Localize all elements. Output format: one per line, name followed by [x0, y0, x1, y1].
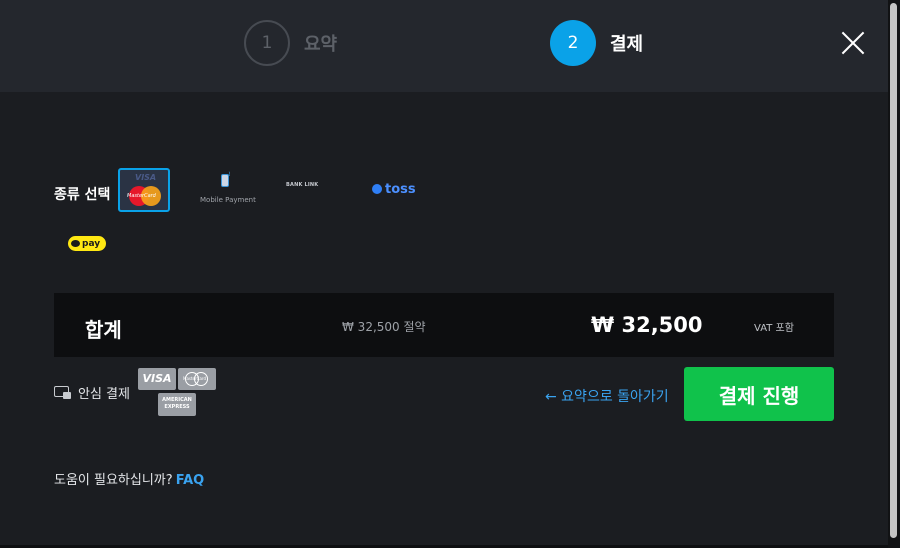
payment-type-label: 종류 선택	[54, 187, 111, 203]
card-lock-icon	[54, 385, 72, 401]
payment-option-toss[interactable]: toss	[372, 179, 422, 199]
toss-logo-text: toss	[385, 181, 416, 197]
step-label: 요약	[304, 34, 338, 55]
mobile-payment-caption: Mobile Payment	[200, 196, 256, 204]
help-question: 도움이 필요하십니까?	[54, 473, 173, 488]
secure-payment-label: 안심 결제	[78, 387, 130, 402]
step-summary[interactable]: 1 요약	[244, 20, 337, 66]
payment-option-kakaopay[interactable]: pay	[68, 236, 106, 251]
payment-option-bank[interactable]: BANK LINK	[286, 178, 342, 196]
toss-icon	[372, 184, 382, 194]
total-summary-bar: 합계 ₩ 32,500 절약 ₩ 32,500 VAT 포함	[54, 293, 834, 357]
mastercard-badge-text: MasterCard	[183, 376, 207, 381]
mastercard-logo-text: MasterCard	[127, 193, 156, 199]
kakaopay-logo-text: pay	[82, 238, 101, 249]
checkout-modal: 1 요약 2 결제 종류 선택 VISA MasterCard ≀ Mobile…	[0, 0, 888, 545]
discount-text: ₩ 32,500 절약	[342, 320, 426, 334]
scrollbar-thumb[interactable]	[890, 3, 897, 538]
help-text: 도움이 필요하십니까? FAQ	[54, 469, 204, 488]
step-number-circle: 2	[550, 20, 596, 66]
payment-option-card[interactable]: VISA MasterCard	[118, 168, 170, 212]
total-label: 합계	[85, 318, 122, 342]
close-icon[interactable]	[840, 30, 866, 56]
kakao-bubble-icon	[71, 240, 80, 247]
scrollbar[interactable]	[888, 0, 900, 548]
back-to-summary-link[interactable]: ← 요약으로 돌아가기	[545, 386, 669, 406]
payment-option-mobile[interactable]: ≀ Mobile Payment	[196, 170, 258, 208]
total-amount: ₩ 32,500	[591, 313, 703, 337]
vat-note: VAT 포함	[754, 323, 794, 334]
step-payment: 2 결제	[550, 20, 643, 66]
step-label: 결제	[610, 34, 644, 55]
secure-payment: 안심 결제	[54, 383, 130, 402]
signal-icon: ≀	[228, 170, 231, 178]
proceed-payment-button[interactable]: 결제 진행	[684, 367, 834, 421]
faq-link[interactable]: FAQ	[176, 473, 205, 488]
visa-badge: VISA	[138, 368, 176, 390]
amex-badge: AMERICAN EXPRESS	[158, 393, 196, 416]
step-header: 1 요약 2 결제	[0, 0, 888, 92]
visa-logo: VISA	[135, 173, 157, 182]
step-number-circle: 1	[244, 20, 290, 66]
mastercard-badge: MasterCard	[178, 368, 216, 390]
